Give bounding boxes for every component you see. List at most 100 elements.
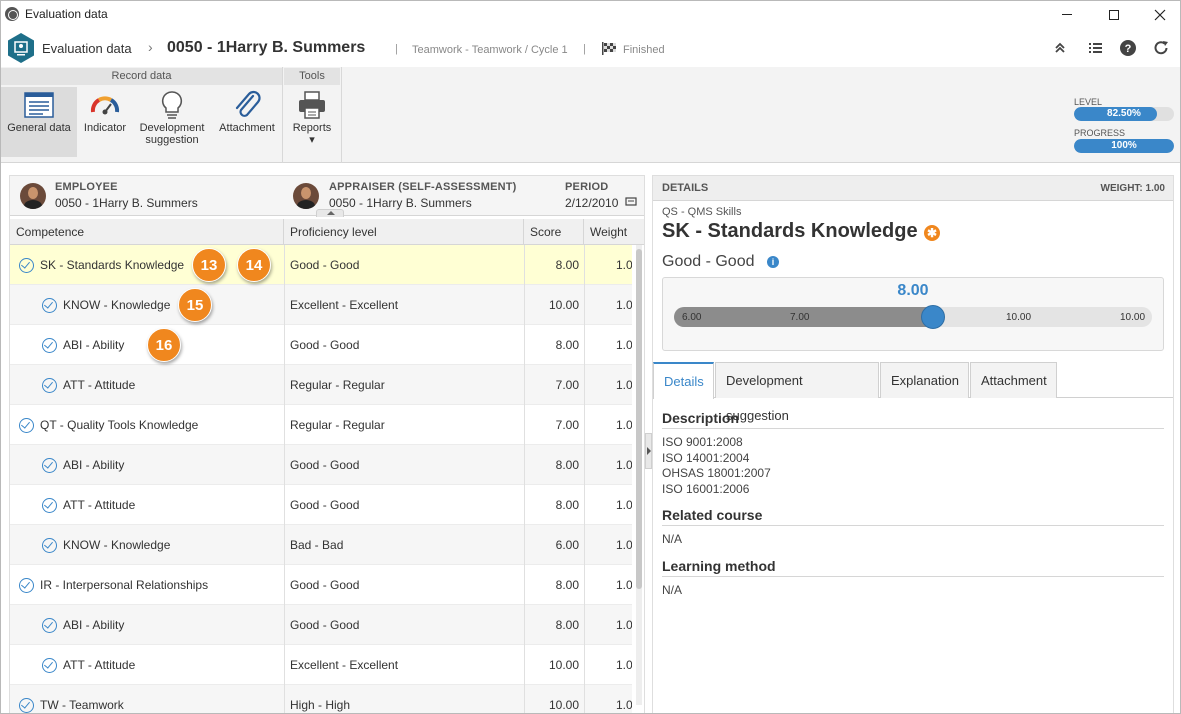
collapse-info-toggle[interactable] [316,209,344,217]
table-row[interactable]: ATT - Attitude Regular - Regular 7.00 1.0 [10,365,632,405]
column-score[interactable]: Score [524,219,584,245]
proficiency-cell: Excellent - Excellent [290,298,399,312]
competence-cell: ABI - Ability [63,458,125,472]
proficiency-cell: Good - Good [290,258,360,272]
table-row[interactable]: TW - Teamwork High - High 10.00 1.0 [10,685,632,713]
score-cell: 10.00 [548,298,579,312]
column-weight[interactable]: Weight [584,219,644,245]
column-divider [284,685,285,713]
weight-label: WEIGHT: 1.00 [1100,183,1165,194]
score-cell: 8.00 [555,498,579,512]
proficiency-cell: Good - Good [290,498,360,512]
column-divider [284,285,285,325]
details-title: DETAILS [662,182,709,194]
column-divider [584,445,585,485]
avatar [20,183,46,209]
period-label: PERIOD [565,181,609,193]
column-divider [584,685,585,713]
column-divider [584,565,585,605]
competence-title: SK - Standards Knowledge [662,220,918,242]
indicator-button[interactable]: Indicator [79,87,131,157]
slider-tick-label: 10.00 [1006,312,1032,323]
appraiser-label: APPRAISER (SELF-ASSESSMENT) [329,181,517,193]
check-circle-icon [42,458,57,473]
check-circle-icon [19,578,34,593]
title-bar: Evaluation data [1,1,1180,28]
paperclip-icon [235,90,261,117]
competence-panel: EMPLOYEE 0050 - 1Harry B. Summers APPRAI… [9,175,645,713]
required-asterisk-icon: ✱ [924,225,940,241]
tab-explanation[interactable]: Explanation [880,362,969,398]
vertical-scrollbar[interactable] [636,245,642,705]
gauge-icon [90,96,120,115]
check-circle-icon [42,658,57,673]
check-circle-icon [19,698,34,713]
table-row[interactable]: IR - Interpersonal Relationships Good - G… [10,565,632,605]
table-row[interactable]: ABI - Ability Good - Good 8.00 1.0 [10,445,632,485]
weight-cell: 1.0 [616,698,632,712]
column-divider [284,485,285,525]
column-divider [584,525,585,565]
development-suggestion-button[interactable]: Development suggestion [135,87,209,157]
team-label: Teamwork - Teamwork / Cycle 1 [412,44,568,56]
reports-label: Reports [292,122,332,134]
help-icon[interactable]: ? [1119,39,1137,57]
close-button[interactable] [1137,1,1180,28]
header-bar: Evaluation data › 0050 - 1Harry B. Summe… [1,29,1180,67]
ribbon-toolbar: Record data Tools General data Indicator… [1,67,1180,163]
column-competence[interactable]: Competence [10,219,284,245]
tab-details[interactable]: Details [653,362,714,399]
list-icon[interactable] [1086,39,1104,57]
scrollbar-thumb[interactable] [636,249,642,589]
progress-label: PROGRESS [1074,128,1126,138]
comment-icon[interactable] [625,197,637,207]
tab-development-suggestion[interactable]: Development suggestion [715,362,879,423]
check-circle-icon [42,338,57,353]
table-row[interactable]: QT - Quality Tools Knowledge Regular - Re… [10,405,632,445]
score-cell: 7.00 [555,418,579,432]
check-circle-icon [42,498,57,513]
table-row[interactable]: SK - Standards Knowledge Good - Good 8.00 1… [10,245,632,285]
column-proficiency[interactable]: Proficiency level [284,219,524,245]
attachment-button[interactable]: Attachment [215,87,279,157]
table-row[interactable]: ATT - Attitude Good - Good 8.00 1.0 [10,485,632,525]
column-divider [584,605,585,645]
callout-number-badge: 16 [147,328,181,362]
refresh-icon[interactable] [1152,39,1170,57]
record-title: 0050 - 1Harry B. Summers [167,39,366,56]
divider [662,428,1164,429]
score-slider-handle[interactable] [921,305,945,329]
proficiency-cell: Good - Good [290,618,360,632]
column-divider [284,565,285,605]
competence-cell: ATT - Attitude [63,658,136,672]
learning-method-title: Learning method [662,558,776,574]
app-window: Evaluation data Evaluation data › 0050 -… [0,0,1181,714]
description-line: OHSAS 18001:2007 [662,466,771,480]
score-cell: 7.00 [555,378,579,392]
score-slider-track[interactable] [674,305,1152,329]
collapse-up-icon[interactable] [1051,39,1069,57]
tab-attachment[interactable]: Attachment [970,362,1057,398]
competence-cell: QT - Quality Tools Knowledge [40,418,199,432]
check-circle-icon [42,298,57,313]
table-row[interactable]: KNOW - Knowledge Excellent - Excellent 10.… [10,285,632,325]
development-label-1: Development [139,122,205,134]
general-data-button[interactable]: General data [1,87,77,157]
breadcrumb[interactable]: Evaluation data [42,41,132,56]
table-row[interactable]: ATT - Attitude Excellent - Excellent 10.00… [10,645,632,685]
weight-cell: 1.0 [616,378,632,392]
lightbulb-icon [161,91,183,119]
check-circle-icon [19,258,34,273]
table-row[interactable]: ABI - Ability Good - Good 8.00 1.0 [10,605,632,645]
weight-cell: 1.0 [616,538,632,552]
globe-icon [5,7,19,21]
maximize-button[interactable] [1091,1,1137,28]
info-icon[interactable]: i [767,256,779,268]
proficiency-cell: Good - Good [290,578,360,592]
minimize-button[interactable] [1044,1,1090,28]
panel-splitter-handle[interactable] [645,433,652,469]
reports-button[interactable]: Reports ▾ [287,87,337,157]
table-row[interactable]: ABI - Ability Good - Good 8.00 1.0 [10,325,632,365]
proficiency-cell: Good - Good [290,338,360,352]
table-row[interactable]: KNOW - Knowledge Bad - Bad 6.00 1.0 [10,525,632,565]
